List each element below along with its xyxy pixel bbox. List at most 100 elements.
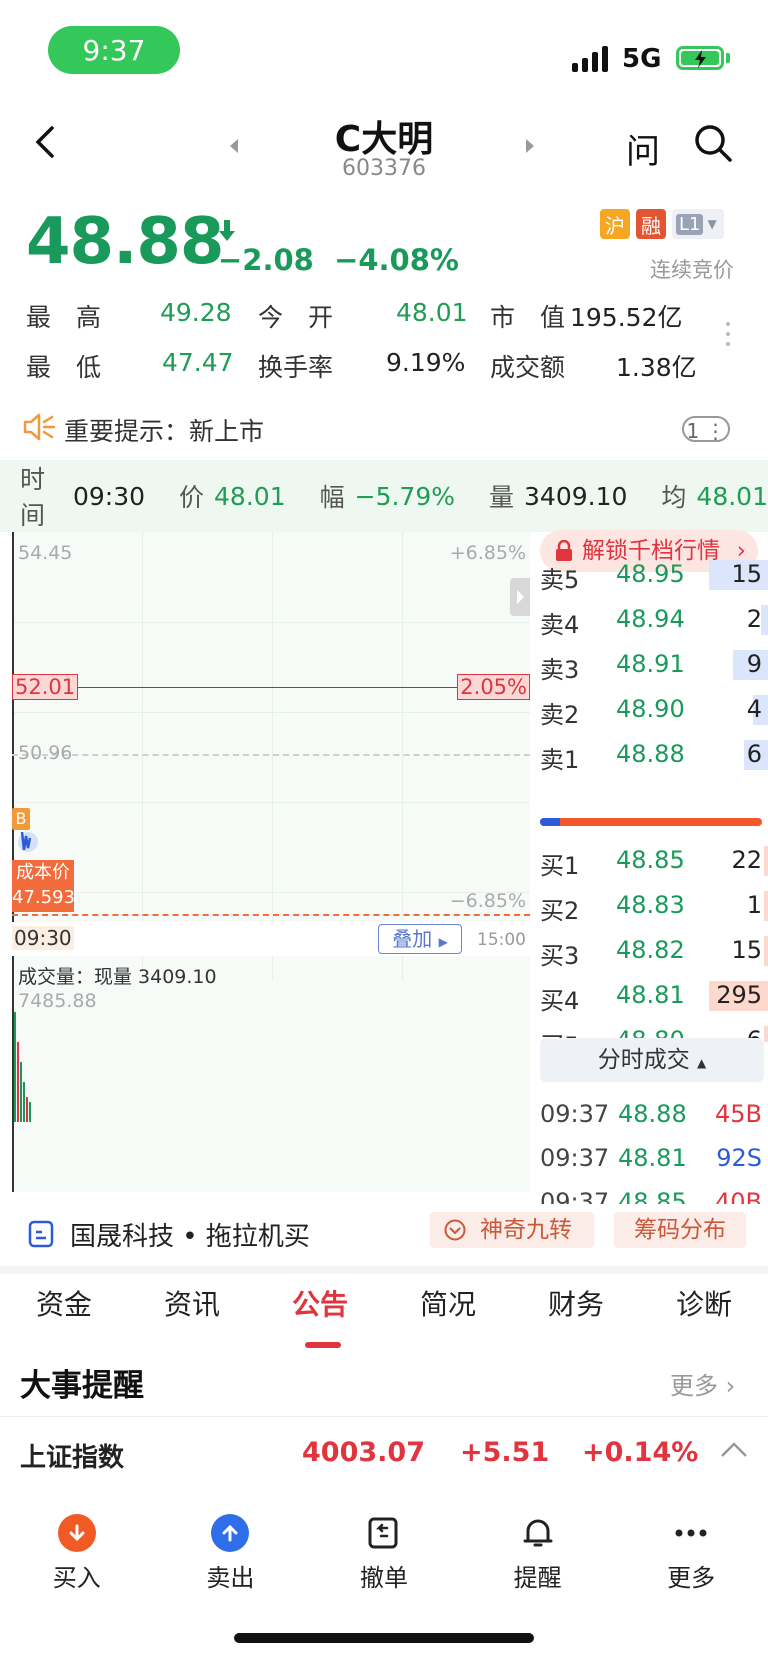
- tag-level[interactable]: L1 ▼: [672, 209, 724, 239]
- notice-bar[interactable]: 重要提示：新上市 1 ⋮: [0, 404, 768, 454]
- buy-row[interactable]: 买1 48.85 22: [540, 838, 768, 882]
- nine-turn-button[interactable]: 神奇九转: [430, 1212, 594, 1248]
- tab-4[interactable]: 财务: [512, 1273, 640, 1333]
- chevron-up-icon: [721, 1442, 747, 1457]
- sell-label: 卖3: [540, 656, 580, 684]
- notice-badge[interactable]: 1 ⋮: [682, 416, 730, 443]
- nav-more[interactable]: 更多: [614, 1500, 768, 1610]
- buy-marker[interactable]: B: [12, 808, 30, 830]
- sell-row[interactable]: 卖3 48.91 9: [540, 642, 768, 686]
- tab-1[interactable]: 资讯: [128, 1273, 256, 1333]
- stat-value-low: 47.47: [162, 348, 234, 377]
- stat-label-amount: 成交额: [490, 353, 566, 382]
- concept-text: 国晟科技 • 拖拉机买: [70, 1222, 310, 1252]
- expand-side-button[interactable]: [510, 578, 530, 616]
- info-volume: 3409.10: [524, 481, 628, 511]
- buy-row[interactable]: 买4 48.81 295: [540, 973, 768, 1017]
- sell-label: 卖5: [540, 566, 580, 594]
- intraday-chart[interactable]: 54.45 +6.85% 52.01 2.05% 50.96 B 成本价 47.…: [12, 532, 530, 1192]
- sell-volume-bar: [761, 605, 768, 635]
- triangle-up-icon: ▲: [697, 1056, 707, 1070]
- start-time-label: 09:30: [12, 926, 74, 950]
- document-icon: [28, 1220, 54, 1248]
- tab-0[interactable]: 资金: [0, 1273, 128, 1333]
- y-top-label: 54.45: [18, 542, 73, 564]
- ask-button[interactable]: 问: [626, 124, 660, 173]
- events-title: 大事提醒: [20, 1368, 144, 1404]
- tick-time: 09:37: [540, 1144, 610, 1172]
- index-bar[interactable]: 上证指数 4003.07 +5.51 +0.14%: [0, 1417, 768, 1489]
- volume-bars: [14, 1012, 31, 1122]
- stat-label-high: 最 高: [26, 303, 102, 332]
- sell-vol: 6: [746, 740, 762, 768]
- tab-5[interactable]: 诊断: [640, 1273, 768, 1333]
- chevron-right-icon: ›: [725, 1372, 736, 1400]
- sell-price: 48.90: [616, 695, 685, 723]
- tag-margin: 融: [636, 209, 666, 239]
- sell-price: 48.91: [616, 650, 685, 678]
- buy-sell-ratio-bar: [540, 818, 762, 826]
- info-avg: 48.01: [696, 481, 768, 511]
- events-more-link[interactable]: 更多 ›: [670, 1366, 735, 1401]
- tick-volume: 45B: [714, 1100, 762, 1128]
- tick-time: 09:37: [540, 1100, 610, 1128]
- nav-alert[interactable]: 提醒: [461, 1500, 615, 1610]
- buy-label: 买3: [540, 942, 580, 970]
- tab-2[interactable]: 公告: [256, 1273, 384, 1333]
- buy-price: 48.85: [616, 846, 685, 874]
- tick-price: 48.81: [618, 1144, 687, 1172]
- tab-3[interactable]: 简况: [384, 1273, 512, 1333]
- buy-vol: 1: [746, 891, 762, 919]
- ticks-header[interactable]: 分时成交 ▲: [540, 1038, 764, 1082]
- index-value: 4003.07: [302, 1437, 425, 1468]
- active-tab-indicator: [305, 1342, 341, 1348]
- y-top-pct-label: +6.85%: [449, 542, 526, 564]
- buy-row[interactable]: 买2 48.83 1: [540, 883, 768, 927]
- next-stock-button[interactable]: [524, 138, 536, 158]
- cost-price-badge[interactable]: 成本价 47.593: [12, 860, 75, 912]
- buy-row[interactable]: 买3 48.82 15: [540, 928, 768, 972]
- bell-icon: [519, 1514, 557, 1552]
- undo-order-icon: [365, 1514, 403, 1552]
- buy-label: 买2: [540, 897, 580, 925]
- trade-status: 连续竞价: [650, 258, 734, 282]
- volume-title: 成交量：现量 3409.10: [18, 966, 217, 988]
- buy-vol: 15: [731, 936, 762, 964]
- buy-price: 48.81: [616, 981, 685, 1009]
- buy-volume-bar: [764, 846, 768, 876]
- sell-price: 48.95: [616, 560, 685, 588]
- battery-icon: [676, 46, 724, 70]
- sell-row[interactable]: 卖4 48.94 2: [540, 597, 768, 641]
- search-icon: [695, 125, 732, 162]
- nav-sell[interactable]: 卖出: [154, 1500, 308, 1610]
- index-name: 上证指数: [20, 1443, 125, 1473]
- arrow-up-icon: [211, 1514, 250, 1552]
- sell-row[interactable]: 卖5 48.95 15: [540, 552, 768, 596]
- content-tabs: 资金 资讯 公告 简况 财务 诊断: [0, 1273, 768, 1333]
- nav-buy[interactable]: 买入: [0, 1500, 154, 1610]
- tick-price: 48.88: [618, 1100, 687, 1128]
- stat-label-low: 最 低: [26, 353, 102, 382]
- sell-row[interactable]: 卖1 48.88 6: [540, 732, 768, 776]
- stat-label-open: 今 开: [258, 303, 334, 332]
- arrow-down-icon: [57, 1514, 96, 1552]
- overlay-button[interactable]: 叠加 ▶: [378, 924, 462, 954]
- buy-volume-bar: [764, 1026, 768, 1042]
- chevron-down-icon: ▼: [707, 217, 717, 231]
- crosshair-info-bar: 时间 09:30 价 48.01 幅 −5.79% 量 3409.10 均 48…: [0, 460, 768, 532]
- search-button[interactable]: [692, 122, 734, 168]
- more-stats-dots[interactable]: [726, 322, 732, 346]
- sell-vol: 9: [746, 650, 762, 678]
- buy-price: 48.83: [616, 891, 685, 919]
- end-time-label: 15:00: [477, 930, 526, 950]
- nav-cancel-order[interactable]: 撤单: [307, 1500, 461, 1610]
- stat-value-open: 48.01: [396, 298, 468, 327]
- sell-label: 卖1: [540, 746, 580, 774]
- info-range: −5.79%: [354, 481, 455, 511]
- sell-row[interactable]: 卖2 48.90 4: [540, 687, 768, 731]
- chip-distribution-button[interactable]: 筹码分布: [614, 1212, 746, 1248]
- triangle-right-icon: [526, 139, 534, 153]
- bottom-pct-label: −6.85%: [449, 890, 526, 912]
- buy-label: 买4: [540, 987, 580, 1015]
- tag-sh: 沪: [600, 209, 630, 239]
